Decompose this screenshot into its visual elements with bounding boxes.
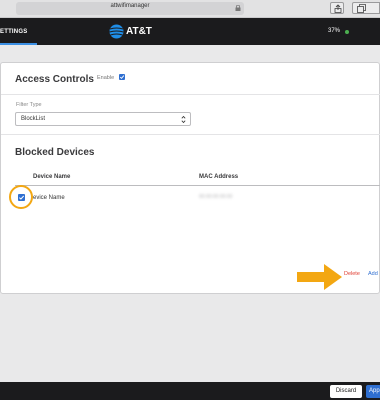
share-icon[interactable]: [330, 2, 344, 14]
tab-settings-label: ETTINGS: [0, 29, 28, 35]
table-header-divider: [15, 185, 380, 186]
att-globe-icon: [109, 24, 124, 39]
bottom-action-bar: Discard App: [0, 382, 380, 400]
blocked-devices-title: Blocked Devices: [15, 147, 95, 158]
device-name-cell: evice Name: [33, 195, 65, 201]
enable-label: Enable: [97, 75, 115, 81]
battery-level: 37%: [328, 28, 341, 34]
highlight-circle-annotation: [9, 185, 33, 209]
access-controls-card: Access Controls Enable Filter Type Block…: [0, 62, 380, 294]
column-header-device-name: Device Name: [33, 174, 71, 180]
select-arrows-icon: [181, 115, 186, 124]
lock-icon: [235, 5, 241, 11]
address-bar[interactable]: attwifimanager: [16, 2, 244, 15]
divider: [1, 134, 380, 135]
delete-button[interactable]: Delete: [344, 271, 360, 277]
brand-name: AT&T: [126, 26, 152, 37]
arrow-annotation-icon: [297, 264, 342, 290]
divider: [1, 94, 380, 95]
discard-button[interactable]: Discard: [330, 385, 362, 398]
battery-status-dot: [345, 30, 349, 34]
apply-button[interactable]: App: [366, 385, 380, 398]
app-header: ETTINGS AT&T 37%: [0, 18, 380, 45]
mac-address-cell: 00:00:00:00:00: [199, 194, 233, 200]
column-header-mac-address: MAC Address: [199, 174, 239, 180]
main-content: Access Controls Enable Filter Type Block…: [0, 45, 380, 382]
enable-checkbox[interactable]: [119, 74, 125, 80]
browser-toolbar: attwifimanager: [0, 0, 380, 18]
filter-type-label: Filter Type: [16, 102, 42, 108]
add-button[interactable]: Add: [368, 271, 378, 277]
filter-type-select[interactable]: BlockList: [15, 112, 191, 126]
access-controls-title: Access Controls: [15, 74, 94, 85]
tab-settings[interactable]: ETTINGS: [0, 18, 37, 45]
tabs-icon[interactable]: [352, 2, 380, 14]
filter-type-value: BlockList: [21, 116, 46, 122]
checkmark-icon: [119, 75, 125, 79]
address-text: attwifimanager: [110, 3, 150, 9]
